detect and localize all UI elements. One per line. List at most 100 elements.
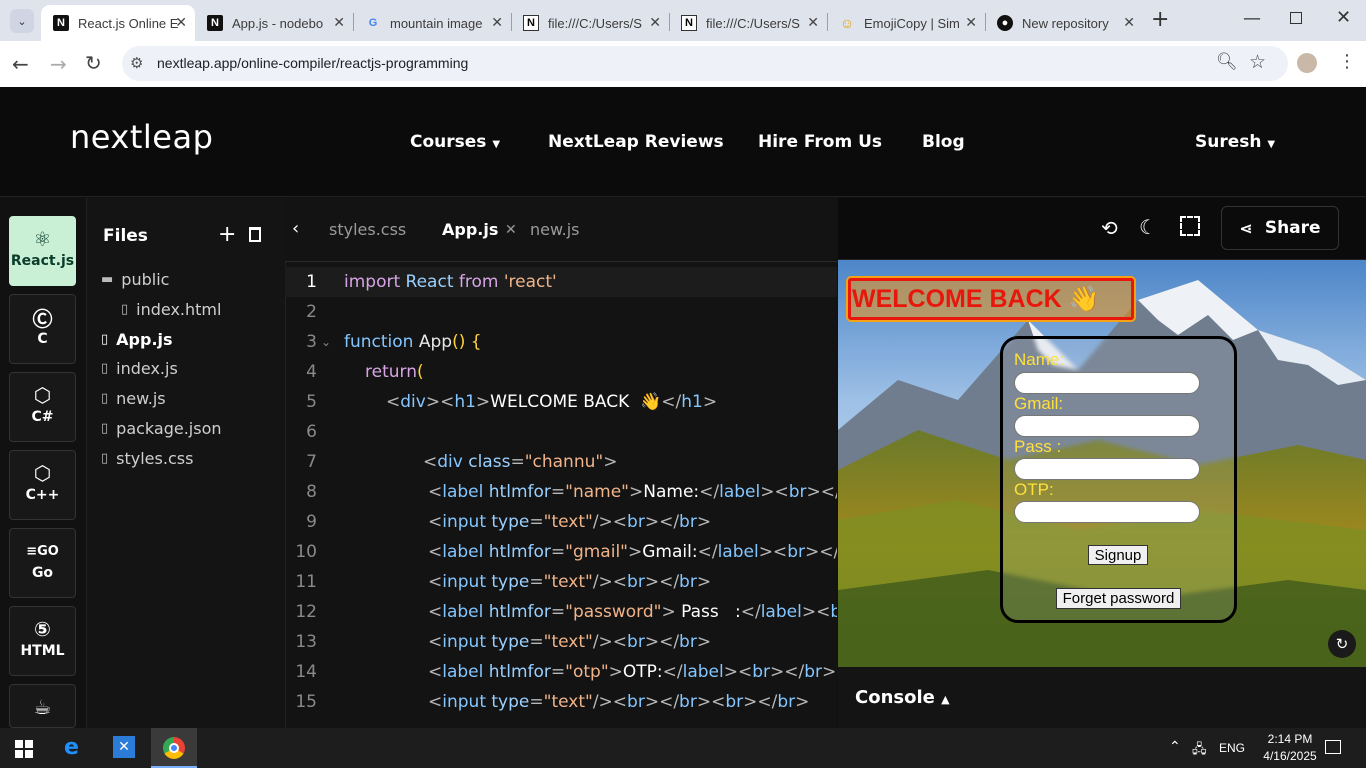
bookmark-star-icon[interactable]: ☆: [1249, 51, 1266, 73]
code-line[interactable]: 11 <input type="text"/><br></br>: [285, 567, 837, 597]
nav-hire[interactable]: Hire From Us: [758, 132, 882, 152]
minimize-icon[interactable]: —: [1243, 8, 1261, 29]
reload-icon[interactable]: ↻: [85, 51, 102, 75]
code-line[interactable]: 5 <div><h1>WELCOME BACK 👋</h1>: [285, 387, 837, 417]
edge-icon[interactable]: e: [64, 735, 79, 760]
zoom-icon[interactable]: 🔍︎: [1216, 52, 1238, 72]
name-field[interactable]: [1014, 372, 1200, 394]
vscode-icon[interactable]: ✕: [113, 736, 135, 758]
lang-html[interactable]: ⑤ HTML: [9, 606, 76, 676]
nav-courses[interactable]: Courses ▼: [410, 132, 500, 152]
browser-tab[interactable]: N file:///C:/Users/S ✕: [511, 5, 669, 41]
browser-tab[interactable]: G mountain image ✕: [353, 5, 511, 41]
browser-tab[interactable]: N App.js - nodebo ✕: [195, 5, 353, 41]
browser-tab[interactable]: ● New repository ✕: [985, 5, 1143, 41]
menu-dots-icon[interactable]: ⋮: [1338, 51, 1356, 72]
browser-tab[interactable]: ☺ EmojiCopy | Sim ✕: [827, 5, 985, 41]
gmail-field[interactable]: [1014, 415, 1200, 437]
file-package-json[interactable]: ▯ package.json: [101, 419, 222, 438]
file-index-html[interactable]: ▯ index.html: [121, 300, 221, 319]
code-line[interactable]: 14 <label htlmfor="otp">OTP:</label><br><…: [285, 657, 837, 687]
tab-new-js[interactable]: new.js: [530, 220, 579, 239]
code-line[interactable]: 4 return(: [285, 357, 837, 387]
chrome-taskbar-button[interactable]: [151, 728, 197, 768]
code-line[interactable]: 3 ⌄ function App() {: [285, 327, 837, 357]
close-tab-icon[interactable]: ✕: [175, 14, 187, 31]
input-language[interactable]: ENG: [1219, 741, 1245, 755]
close-tab-icon[interactable]: ✕: [649, 14, 661, 31]
delete-icon[interactable]: [249, 227, 261, 242]
code-line[interactable]: 8 <label htlmfor="name">Name:</label><br>…: [285, 477, 837, 507]
add-file-icon[interactable]: +: [218, 222, 236, 247]
back-icon[interactable]: ←: [12, 52, 29, 76]
go-icon: ≡GO: [26, 543, 59, 559]
lang-csharp[interactable]: ⬡ C#: [9, 372, 76, 442]
code-line[interactable]: 12 <label htlmfor="password"> Pass :</lab…: [285, 597, 837, 627]
close-tab-icon[interactable]: ✕: [505, 222, 517, 238]
file-styles-css[interactable]: ▯ styles.css: [101, 449, 193, 468]
browser-tab[interactable]: N file:///C:/Users/S ✕: [669, 5, 827, 41]
code-line[interactable]: 2: [285, 297, 837, 327]
close-tab-icon[interactable]: ✕: [965, 14, 977, 31]
code-line[interactable]: 10 <label htlmfor="gmail">Gmail:</label><…: [285, 537, 837, 567]
signup-button[interactable]: Signup: [1088, 545, 1148, 565]
code-line[interactable]: 15 <input type="text"/><br></br><br></br>: [285, 687, 837, 717]
clock-time[interactable]: 2:14 PM: [1262, 732, 1318, 746]
forget-password-button[interactable]: Forget password: [1056, 588, 1181, 609]
nav-blog[interactable]: Blog: [922, 132, 965, 152]
fullscreen-icon[interactable]: [1180, 216, 1200, 236]
close-tab-icon[interactable]: ✕: [1123, 14, 1135, 31]
otp-field[interactable]: [1014, 501, 1200, 523]
otp-label: OTP:: [1014, 480, 1054, 499]
nav-reviews[interactable]: NextLeap Reviews: [548, 132, 724, 152]
lang-react[interactable]: ⚛ React.js: [9, 216, 76, 286]
reload-preview-icon[interactable]: ↻: [1328, 630, 1356, 658]
file-index-js[interactable]: ▯ index.js: [101, 359, 178, 378]
tab-search-icon[interactable]: ⌄: [10, 9, 34, 33]
name-label: Name:: [1014, 350, 1065, 369]
tab-app-js[interactable]: App.js: [442, 220, 498, 239]
code-line[interactable]: 6: [285, 417, 837, 447]
lang-go[interactable]: ≡GO Go: [9, 528, 76, 598]
refresh-icon[interactable]: ⟲: [1101, 216, 1118, 240]
code-line[interactable]: 13 <input type="text"/><br></br>: [285, 627, 837, 657]
lang-java[interactable]: ☕: [9, 684, 76, 728]
profile-avatar[interactable]: [1297, 53, 1317, 73]
folder-public[interactable]: ▬ public: [101, 270, 169, 289]
site-info-icon[interactable]: ⚙: [130, 54, 143, 72]
tray-chevron-icon[interactable]: ⌃: [1169, 738, 1181, 755]
windows-start-icon[interactable]: [15, 740, 33, 758]
site-logo[interactable]: nextleap: [70, 118, 213, 156]
network-icon[interactable]: 🖧: [1192, 740, 1207, 762]
code-line[interactable]: 7 <div class="channu">: [285, 447, 837, 477]
code-line[interactable]: 1 import React from 'react': [285, 267, 837, 297]
lang-cpp[interactable]: ⬡ C++: [9, 450, 76, 520]
pass-field[interactable]: [1014, 458, 1200, 480]
folder-icon: ▬: [101, 272, 114, 287]
close-tab-icon[interactable]: ✕: [491, 14, 503, 31]
collapse-panel-icon[interactable]: ‹: [292, 218, 299, 239]
file-app-js[interactable]: ▯ App.js: [101, 330, 173, 349]
fold-icon[interactable]: ⌄: [321, 327, 331, 357]
files-title: Files: [103, 226, 148, 246]
share-button[interactable]: ⋖ Share: [1221, 206, 1339, 250]
dark-mode-icon[interactable]: ☾: [1139, 215, 1157, 239]
code-line[interactable]: 9 <input type="text"/><br></br>: [285, 507, 837, 537]
url-text[interactable]: nextleap.app/online-compiler/reactjs-pro…: [157, 55, 468, 71]
browser-tab[interactable]: N React.js Online E ✕: [41, 5, 195, 41]
user-menu[interactable]: Suresh ▼: [1195, 132, 1275, 152]
file-icon: ▯: [101, 361, 109, 376]
console-toggle[interactable]: Console ▲: [855, 687, 950, 708]
lang-c[interactable]: Ⓒ C: [9, 294, 76, 364]
forward-icon[interactable]: →: [50, 52, 67, 76]
restore-icon[interactable]: [1290, 12, 1302, 24]
file-new-js[interactable]: ▯ new.js: [101, 389, 166, 408]
tab-styles-css[interactable]: styles.css: [329, 220, 406, 239]
new-tab-icon[interactable]: +: [1151, 7, 1169, 32]
clock-date[interactable]: 4/16/2025: [1257, 749, 1323, 763]
notifications-icon[interactable]: [1325, 740, 1341, 754]
file-icon: ▯: [101, 391, 109, 406]
close-tab-icon[interactable]: ✕: [807, 14, 819, 31]
close-window-icon[interactable]: ✕: [1336, 7, 1351, 28]
close-tab-icon[interactable]: ✕: [333, 14, 345, 31]
